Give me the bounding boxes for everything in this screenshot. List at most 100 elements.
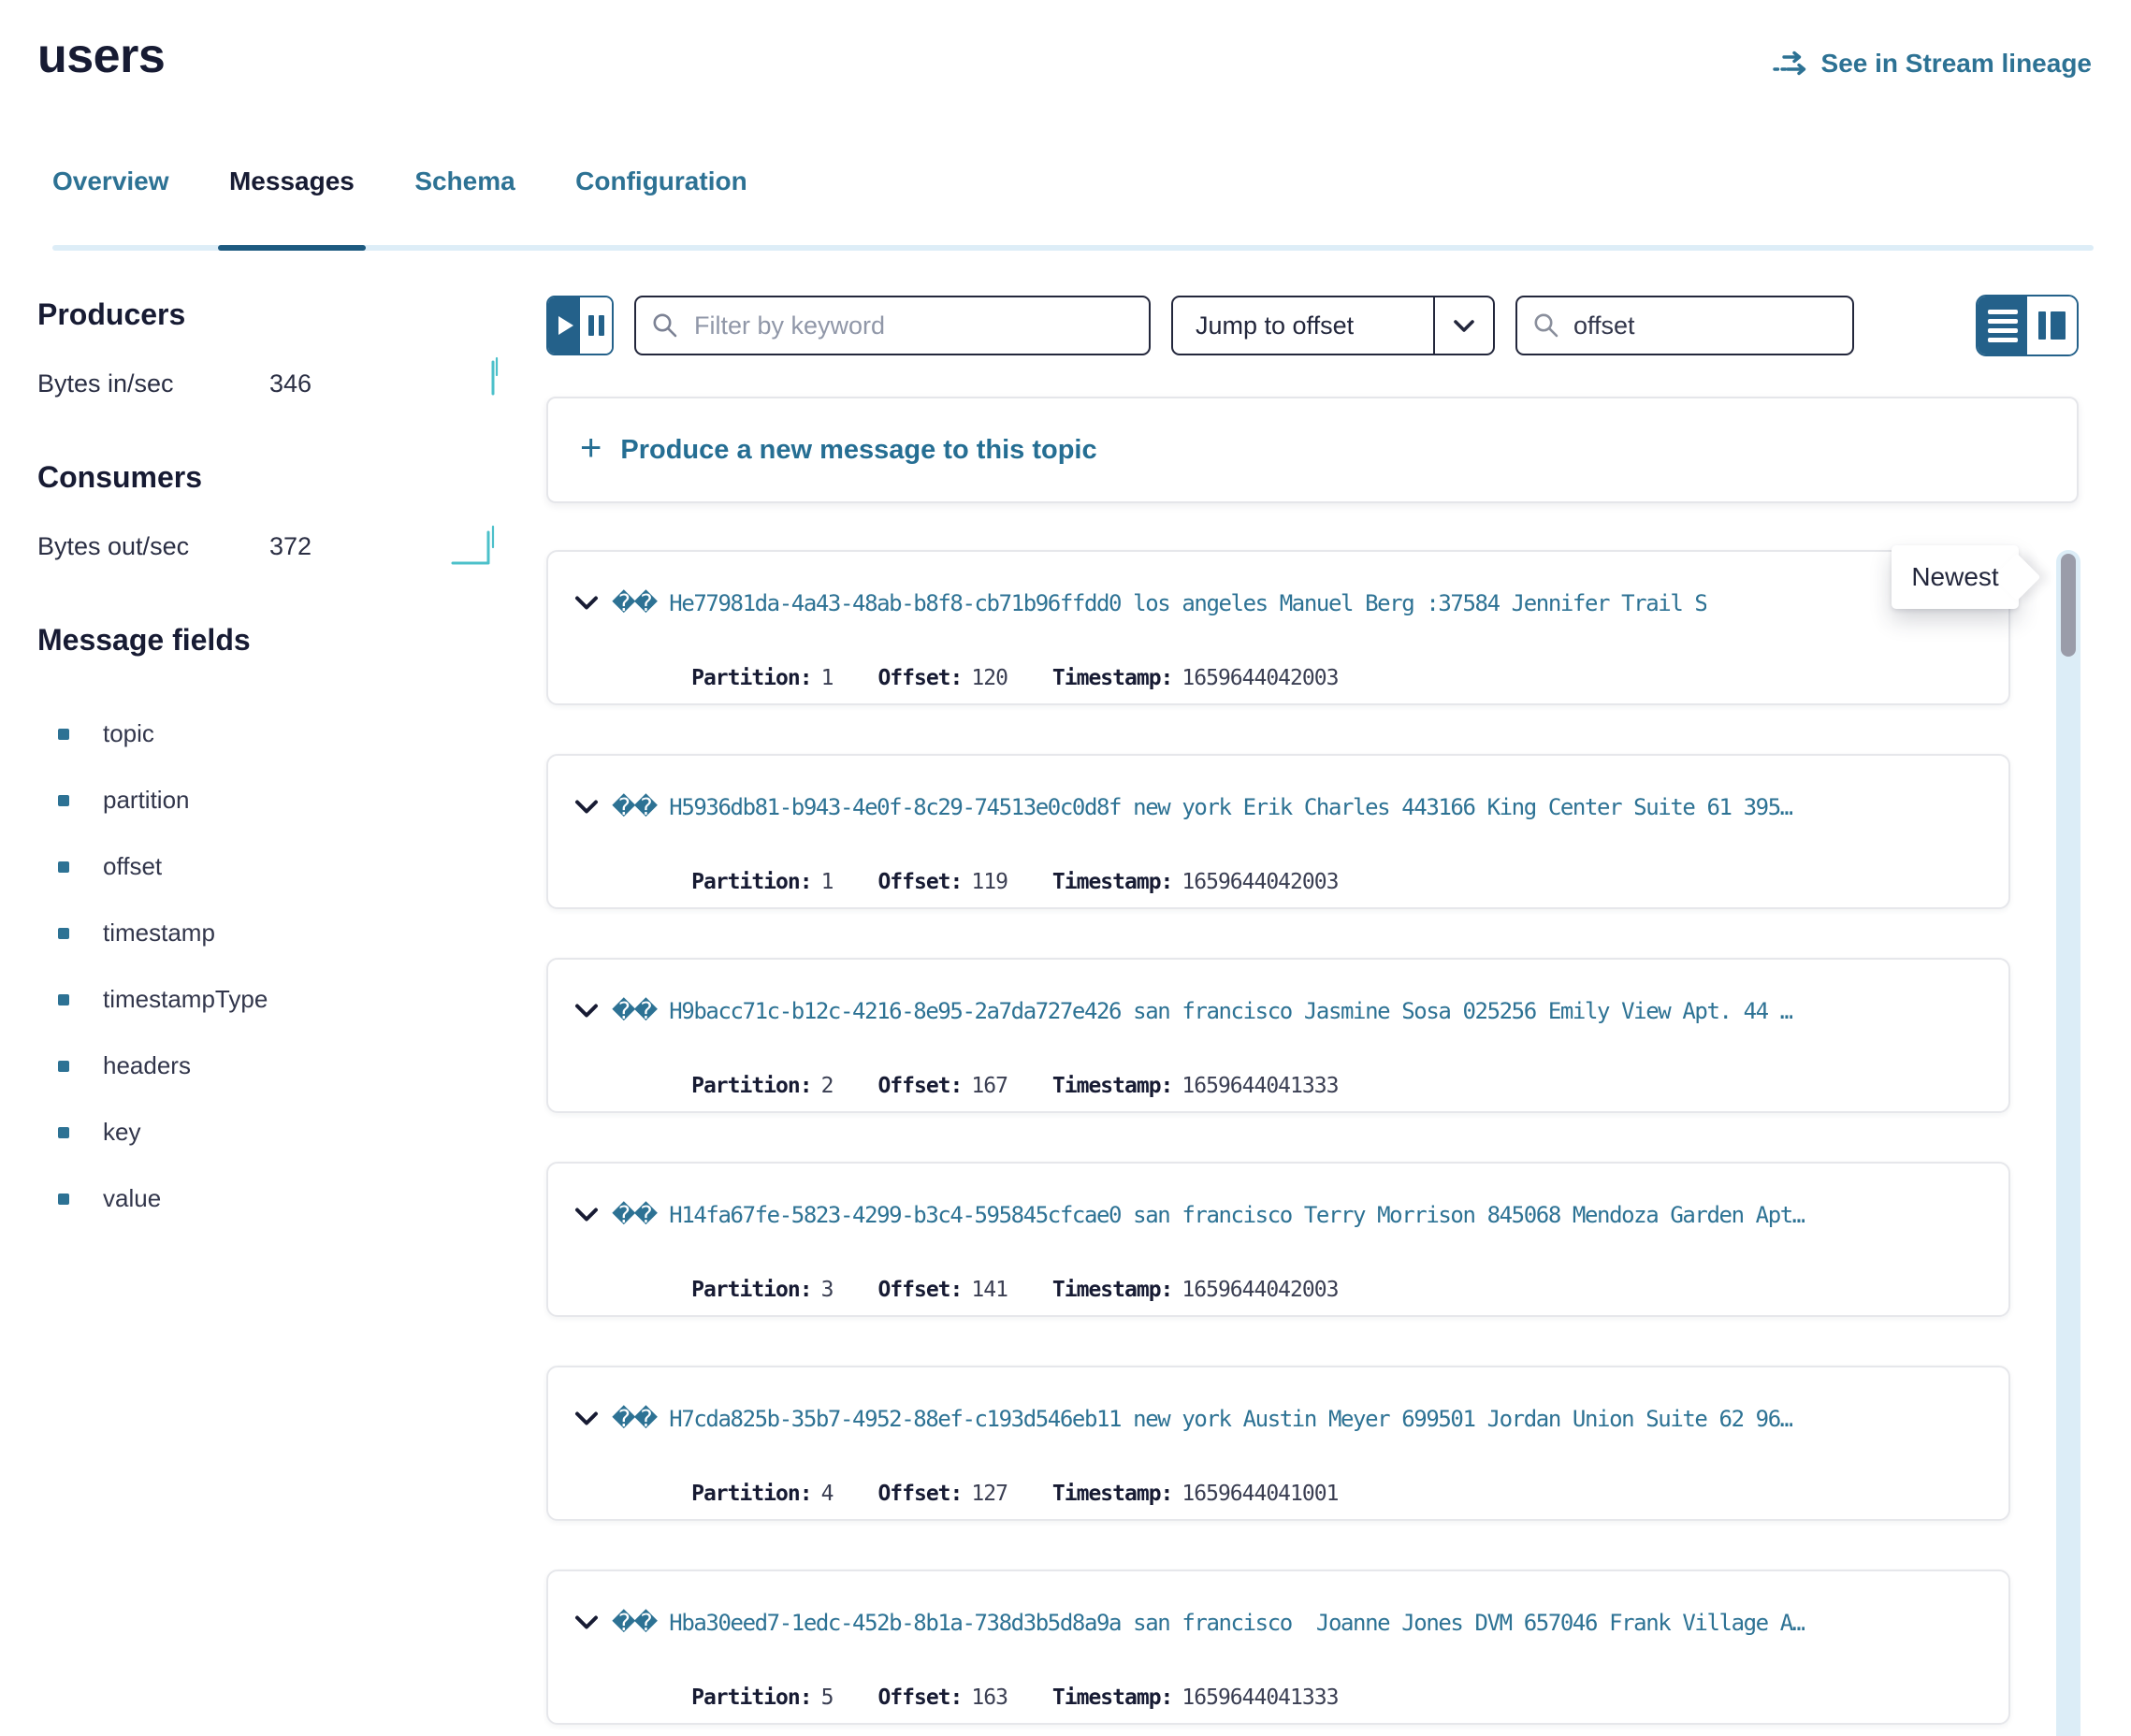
message-row[interactable]: �� H5936db81-b943-4e0f-8c29-74513e0c0d8f… [546, 754, 2010, 909]
consumers-heading: Consumers [37, 460, 546, 495]
jump-to-offset-select[interactable]: Jump to offset [1171, 296, 1495, 355]
message-field-label: value [103, 1184, 161, 1213]
message-meta: Partition:2Offset:167Timestamp:165964404… [619, 1049, 1338, 1113]
message-row[interactable]: �� H14fa67fe-5823-4299-b3c4-595845cfcae0… [546, 1162, 2010, 1317]
stream-lineage-label: See in Stream lineage [1821, 49, 2092, 79]
message-list-scrollbar[interactable] [2056, 550, 2080, 1736]
jump-select-value: Jump to offset [1173, 297, 1433, 354]
message-field-timestampType[interactable]: timestampType [37, 966, 546, 1033]
message-meta: Partition:3Offset:141Timestamp:165964404… [619, 1253, 1338, 1317]
tab-schema[interactable]: Schema [414, 166, 515, 221]
message-summary: He77981da-4a43-48ab-b8f8-cb71b96ffdd0 lo… [669, 590, 1706, 616]
newest-tooltip-label: Newest [1911, 562, 1998, 592]
play-button[interactable] [548, 297, 580, 354]
message-list: �� He77981da-4a43-48ab-b8f8-cb71b96ffdd0… [546, 550, 2010, 1725]
produce-message-button[interactable]: + Produce a new message to this topic [546, 397, 2079, 503]
offset-value: 119 [971, 870, 1008, 894]
message-field-label: topic [103, 719, 154, 748]
offset-value: 141 [971, 1278, 1008, 1302]
message-field-label: key [103, 1118, 140, 1147]
timestamp-label: Timestamp: [1052, 1685, 1172, 1710]
page-header: users See in Stream lineage [0, 0, 2131, 140]
offset-value: 167 [971, 1074, 1008, 1098]
chevron-down-icon[interactable] [574, 1003, 599, 1019]
chevron-down-icon[interactable] [574, 1207, 599, 1222]
message-field-label: partition [103, 786, 190, 815]
timestamp-label: Timestamp: [1052, 1278, 1172, 1302]
offset-label: Offset: [877, 1685, 962, 1710]
offset-label: Offset: [877, 870, 962, 894]
tab-messages[interactable]: Messages [229, 166, 355, 221]
bullet-icon [58, 1127, 69, 1138]
messages-panel: Jump to offset [546, 251, 2131, 1736]
bytes-out-label: Bytes out/sec [37, 532, 269, 561]
message-field-topic[interactable]: topic [37, 701, 546, 767]
chevron-down-icon[interactable] [574, 799, 599, 815]
pause-button[interactable] [580, 297, 612, 354]
timestamp-value: 1659644041001 [1181, 1482, 1338, 1506]
scrollbar-thumb[interactable] [2061, 554, 2076, 657]
partition-label: Partition: [691, 666, 811, 690]
list-view-button[interactable] [1978, 297, 2027, 354]
message-summary: Hba30eed7-1edc-452b-8b1a-738d3b5d8a9a sa… [669, 1610, 1805, 1636]
replacement-glyphs: �� [612, 1201, 656, 1228]
offset-label: Offset: [877, 666, 962, 690]
timestamp-label: Timestamp: [1052, 870, 1172, 894]
chevron-down-icon[interactable] [574, 1614, 599, 1630]
offset-label: Offset: [877, 1074, 962, 1098]
filter-field [634, 296, 1151, 355]
offset-label: Offset: [877, 1278, 962, 1302]
tab-overview[interactable]: Overview [52, 166, 169, 221]
message-fields-section: Message fields topic partition offset ti… [37, 623, 546, 1232]
play-pause-toggle[interactable] [546, 296, 614, 355]
message-row[interactable]: �� H7cda825b-35b7-4952-88ef-c193d546eb11… [546, 1366, 2010, 1521]
partition-value: 5 [821, 1685, 834, 1710]
offset-search-field [1515, 296, 1854, 355]
message-summary: H7cda825b-35b7-4952-88ef-c193d546eb11 ne… [669, 1406, 1792, 1432]
split-view-button[interactable] [2027, 297, 2077, 354]
partition-value: 2 [821, 1074, 834, 1098]
bullet-icon [58, 928, 69, 939]
stream-lineage-link[interactable]: See in Stream lineage [1773, 49, 2092, 79]
list-view-icon [1988, 310, 2018, 314]
message-field-timestamp[interactable]: timestamp [37, 900, 546, 966]
bytes-in-value: 346 [269, 369, 312, 398]
replacement-glyphs: �� [612, 793, 656, 820]
bullet-icon [58, 795, 69, 806]
chevron-down-icon[interactable] [574, 595, 599, 611]
chevron-down-icon[interactable] [1435, 297, 1493, 354]
partition-label: Partition: [691, 870, 811, 894]
bytes-out-sparkline [451, 521, 509, 566]
message-field-offset[interactable]: offset [37, 833, 546, 900]
bullet-icon [58, 861, 69, 873]
timestamp-value: 1659644042003 [1181, 666, 1338, 690]
message-field-headers[interactable]: headers [37, 1033, 546, 1099]
partition-value: 1 [821, 666, 834, 690]
plus-icon: + [580, 429, 602, 467]
message-summary: H9bacc71c-b12c-4216-8e95-2a7da727e426 sa… [669, 998, 1792, 1024]
pause-icon [588, 315, 594, 336]
offset-search-input[interactable] [1515, 296, 1854, 355]
message-field-value[interactable]: value [37, 1165, 546, 1232]
message-field-key[interactable]: key [37, 1099, 546, 1165]
message-row[interactable]: �� Hba30eed7-1edc-452b-8b1a-738d3b5d8a9a… [546, 1570, 2010, 1725]
partition-value: 1 [821, 870, 834, 894]
timestamp-value: 1659644041333 [1181, 1685, 1338, 1710]
bullet-icon [58, 1061, 69, 1072]
search-icon [651, 311, 679, 340]
message-summary: H14fa67fe-5823-4299-b3c4-595845cfcae0 sa… [669, 1202, 1805, 1228]
view-mode-toggle[interactable] [1976, 295, 2079, 356]
bytes-in-label: Bytes in/sec [37, 369, 269, 398]
produce-message-label: Produce a new message to this topic [620, 435, 1096, 466]
message-row[interactable]: �� H9bacc71c-b12c-4216-8e95-2a7da727e426… [546, 958, 2010, 1113]
message-row[interactable]: �� He77981da-4a43-48ab-b8f8-cb71b96ffdd0… [546, 550, 2010, 705]
search-icon [1532, 311, 1560, 340]
chevron-down-icon[interactable] [574, 1410, 599, 1426]
replacement-glyphs: �� [612, 1609, 656, 1636]
message-field-partition[interactable]: partition [37, 767, 546, 833]
timestamp-value: 1659644041333 [1181, 1074, 1338, 1098]
split-view-icon [2038, 311, 2046, 340]
message-summary: H5936db81-b943-4e0f-8c29-74513e0c0d8f ne… [669, 794, 1792, 820]
filter-keyword-input[interactable] [634, 296, 1151, 355]
tab-configuration[interactable]: Configuration [575, 166, 747, 221]
